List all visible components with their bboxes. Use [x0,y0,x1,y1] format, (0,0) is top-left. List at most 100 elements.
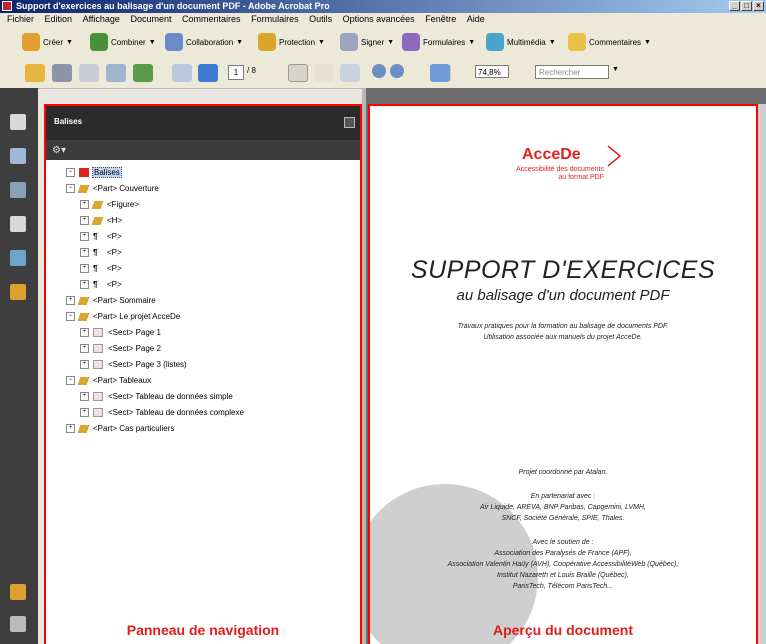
menu-options-avancees[interactable]: Options avancées [343,14,415,24]
logo-tagline: Accessibilité des documents au format PDF [516,166,604,181]
support-line-4: ParisTech, Télécom ParisTech... [512,583,614,590]
tree-node[interactable]: + ¶ <P> [80,230,122,243]
menu-aide[interactable]: Aide [467,14,485,24]
menu-document[interactable]: Document [130,14,171,24]
section-icon [93,392,103,402]
save-icon[interactable] [79,64,99,82]
expand-icon[interactable]: + [80,328,89,338]
tree-node[interactable]: + <Sect> Tableau de données simple [80,390,233,403]
close-button[interactable]: × [753,1,764,11]
chevron-down-icon: ▼ [236,38,244,46]
pages-icon[interactable] [10,114,26,130]
sign-button[interactable]: Signer ▼ [340,32,394,52]
attachments-icon[interactable] [10,616,26,632]
hand-tool-icon[interactable] [314,64,334,82]
collapse-icon[interactable]: − [66,376,75,386]
tree-node[interactable]: − <Part> Tableaux [66,374,151,387]
tree-node[interactable]: + <Sect> Page 2 [80,342,161,355]
expand-icon[interactable]: + [80,248,89,258]
zoom-in-icon[interactable] [390,64,404,78]
menu-formulaires[interactable]: Formulaires [251,14,299,24]
zoom-dropdown-chevron-down-icon[interactable] [511,64,519,82]
layers-icon[interactable] [10,216,26,232]
support-title: Avec le soutien de : [532,539,594,546]
expand-icon[interactable]: + [80,344,89,354]
logo-chevron-icon [607,145,622,167]
create-icon [22,33,40,51]
previous-page-icon[interactable] [172,64,192,82]
tree-node[interactable]: − <Part> Couverture [66,182,159,195]
search-dropdown-chevron-down-icon[interactable]: ▼ [612,66,619,73]
collaboration-button[interactable]: Collaboration ▼ [165,32,243,52]
expand-icon[interactable]: + [66,424,75,434]
tags-icon[interactable] [10,284,26,300]
fit-width-icon[interactable] [430,64,450,82]
collapse-icon[interactable]: − [66,312,75,322]
menu-affichage[interactable]: Affichage [83,14,120,24]
menu-edition[interactable]: Edition [45,14,73,24]
expand-icon[interactable]: + [80,200,89,210]
collapse-icon[interactable]: − [66,168,75,178]
next-page-icon[interactable] [198,64,218,82]
tree-node[interactable]: + <Figure> [80,198,139,211]
zoom-tool-icon[interactable] [340,64,360,82]
print-icon[interactable] [52,64,72,82]
expand-icon[interactable]: + [80,392,89,402]
tree-node[interactable]: + <H> [80,214,122,227]
comments-button[interactable]: Commentaires ▼ [568,32,651,52]
bookmarks-icon[interactable] [10,148,26,164]
tree-node[interactable]: + ¶ <P> [80,246,122,259]
page-number-input[interactable]: 1 [228,65,244,80]
menu-fenetre[interactable]: Fenêtre [425,14,456,24]
menu-commentaires[interactable]: Commentaires [182,14,241,24]
tree-node[interactable]: + <Sect> Page 1 [80,326,161,339]
tree-node[interactable]: + <Part> Cas particuliers [66,422,174,435]
expand-icon[interactable]: + [80,360,89,370]
protection-button[interactable]: Protection ▼ [258,32,325,52]
zoom-out-icon[interactable] [372,64,386,78]
tree-node[interactable]: + ¶ <P> [80,278,122,291]
maximize-button[interactable]: □ [741,1,752,11]
comments-icon[interactable] [10,584,26,600]
paragraph-icon: ¶ [93,232,98,242]
collapse-icon[interactable]: − [66,184,75,194]
tree-node[interactable]: − <Part> Le projet AcceDe [66,310,180,323]
tree-node[interactable]: + <Part> Sommaire [66,294,156,307]
multimedia-button[interactable]: Multimédia ▼ [486,32,556,52]
zoom-level-field[interactable]: 74,8% [475,65,509,78]
create-button[interactable]: Créer ▼ [22,32,73,52]
coordination-text: Projet coordonné par Atalan. [518,469,608,476]
expand-icon[interactable]: + [80,280,89,290]
expand-icon[interactable]: + [66,296,75,306]
tag-icon [77,376,90,385]
gear-icon[interactable]: ⚙▾ [52,145,66,156]
expand-icon[interactable]: + [80,408,89,418]
expand-icon[interactable]: + [80,232,89,242]
navigation-panel-title: Balises [54,117,83,126]
forms-button[interactable]: Formulaires ▼ [402,32,475,52]
search-input[interactable]: Rechercher [535,65,609,79]
tree-node[interactable]: + ¶ <P> [80,262,122,275]
tree-node[interactable]: + <Sect> Page 3 (listes) [80,358,187,371]
chevron-down-icon: ▼ [148,38,156,46]
signatures-icon[interactable] [10,182,26,198]
vertical-scrollbar[interactable] [758,104,766,644]
menu-outils[interactable]: Outils [309,14,332,24]
select-tool-icon[interactable] [288,64,308,82]
chevron-down-icon: ▼ [66,38,73,46]
expand-icon[interactable]: + [80,216,89,226]
section-icon [93,408,103,418]
navigation-panel-header: Balises [46,106,360,140]
menu-fichier[interactable]: Fichier [7,14,34,24]
tree-node[interactable]: + <Sect> Tableau de données complexe [80,406,244,419]
model-tree-icon[interactable] [10,250,26,266]
form-icon [402,33,420,51]
tree-node[interactable]: − Balises [66,166,122,179]
expand-icon[interactable]: + [80,264,89,274]
upload-icon[interactable] [133,64,153,82]
panel-options-icon[interactable] [344,117,355,128]
minimize-button[interactable]: _ [729,1,740,11]
combine-button[interactable]: Combiner ▼ [90,32,156,52]
email-icon[interactable] [106,64,126,82]
open-folder-icon[interactable] [25,64,45,82]
